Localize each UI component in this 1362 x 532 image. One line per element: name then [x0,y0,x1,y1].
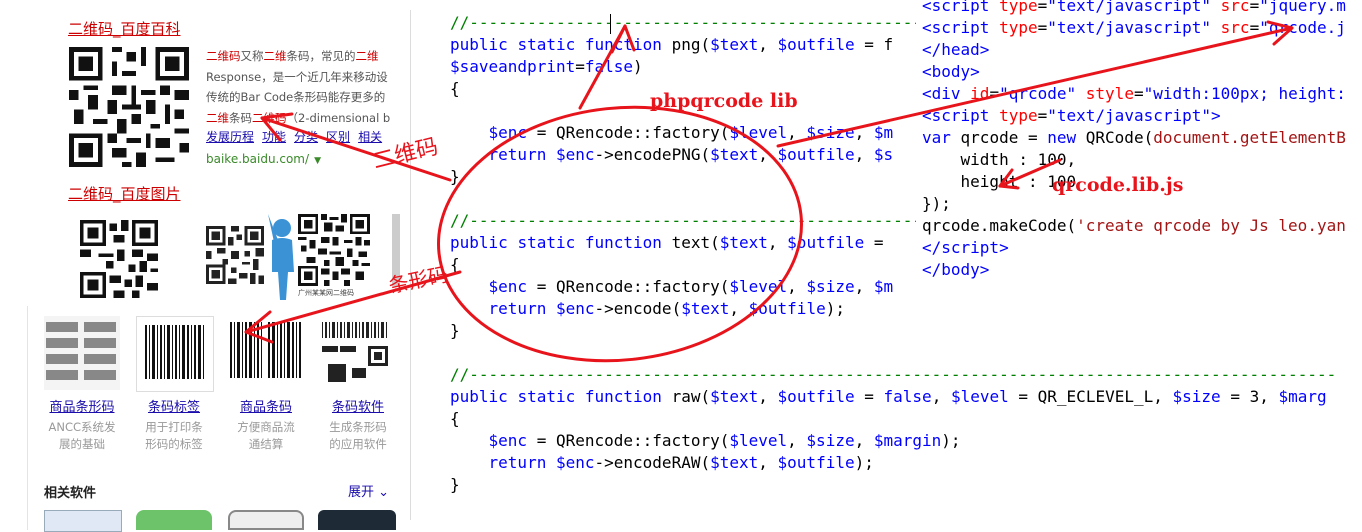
annotation-qrcodelib: qrcode.lib.js [1052,174,1184,196]
arrow-line-js [776,26,1294,148]
arrowhead-php [610,24,636,54]
annotation-overlay [244,20,1294,363]
annotation-ellipse [437,105,803,363]
annotation-phpqrcode: phpqrcode lib [650,90,798,112]
